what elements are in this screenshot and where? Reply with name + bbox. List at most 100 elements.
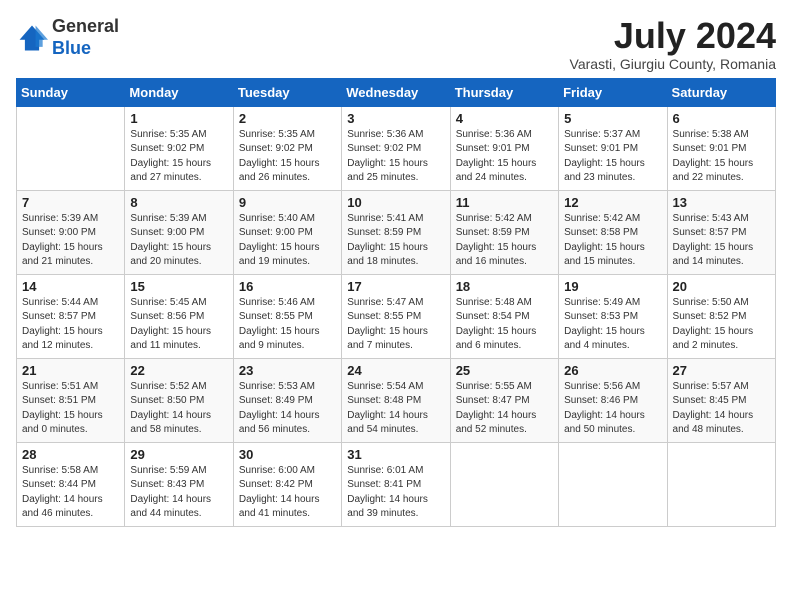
day-number: 14 [22,279,119,294]
day-info: Sunrise: 5:52 AM Sunset: 8:50 PM Dayligh… [130,380,227,438]
day-number: 12 [564,195,661,210]
day-info: Sunrise: 5:41 AM Sunset: 8:59 PM Dayligh… [347,212,444,270]
calendar-week-row: 7 Sunrise: 5:39 AM Sunset: 9:00 PM Daylig… [17,190,776,274]
calendar-cell: 20 Sunrise: 5:50 AM Sunset: 8:52 PM Dayli… [667,274,775,358]
col-header-thursday: Thursday [450,78,558,106]
calendar-cell: 29 Sunrise: 5:59 AM Sunset: 8:43 PM Dayli… [125,442,233,526]
day-number: 23 [239,363,336,378]
day-number: 4 [456,111,553,126]
day-info: Sunrise: 6:00 AM Sunset: 8:42 PM Dayligh… [239,464,336,522]
day-info: Sunrise: 5:44 AM Sunset: 8:57 PM Dayligh… [22,296,119,354]
col-header-wednesday: Wednesday [342,78,450,106]
day-info: Sunrise: 5:48 AM Sunset: 8:54 PM Dayligh… [456,296,553,354]
calendar-cell: 22 Sunrise: 5:52 AM Sunset: 8:50 PM Dayli… [125,358,233,442]
day-number: 5 [564,111,661,126]
day-info: Sunrise: 5:42 AM Sunset: 8:58 PM Dayligh… [564,212,661,270]
day-info: Sunrise: 5:35 AM Sunset: 9:02 PM Dayligh… [130,128,227,186]
calendar-cell: 28Sunrise: 5:58 AM Sunset: 8:44 PM Dayli… [17,442,125,526]
calendar-cell: 23 Sunrise: 5:53 AM Sunset: 8:49 PM Dayli… [233,358,341,442]
day-number: 22 [130,363,227,378]
day-number: 25 [456,363,553,378]
calendar-cell: 25 Sunrise: 5:55 AM Sunset: 8:47 PM Dayli… [450,358,558,442]
day-number: 18 [456,279,553,294]
day-info: Sunrise: 5:40 AM Sunset: 9:00 PM Dayligh… [239,212,336,270]
day-info: Sunrise: 5:54 AM Sunset: 8:48 PM Dayligh… [347,380,444,438]
col-header-tuesday: Tuesday [233,78,341,106]
day-number: 9 [239,195,336,210]
day-number: 17 [347,279,444,294]
day-info: Sunrise: 5:46 AM Sunset: 8:55 PM Dayligh… [239,296,336,354]
calendar-week-row: 14 Sunrise: 5:44 AM Sunset: 8:57 PM Dayli… [17,274,776,358]
calendar-cell: 9 Sunrise: 5:40 AM Sunset: 9:00 PM Daylig… [233,190,341,274]
calendar-table: SundayMondayTuesdayWednesdayThursdayFrid… [16,78,776,527]
day-info: Sunrise: 5:36 AM Sunset: 9:02 PM Dayligh… [347,128,444,186]
calendar-cell: 18 Sunrise: 5:48 AM Sunset: 8:54 PM Dayli… [450,274,558,358]
calendar-cell: 13Sunrise: 5:43 AM Sunset: 8:57 PM Dayli… [667,190,775,274]
day-number: 20 [673,279,770,294]
day-info: Sunrise: 5:53 AM Sunset: 8:49 PM Dayligh… [239,380,336,438]
calendar-cell: 6 Sunrise: 5:38 AM Sunset: 9:01 PM Daylig… [667,106,775,190]
calendar-cell: 31Sunrise: 6:01 AM Sunset: 8:41 PM Dayli… [342,442,450,526]
calendar-week-row: 21 Sunrise: 5:51 AM Sunset: 8:51 PM Dayli… [17,358,776,442]
day-number: 27 [673,363,770,378]
day-number: 29 [130,447,227,462]
day-number: 7 [22,195,119,210]
day-info: Sunrise: 5:57 AM Sunset: 8:45 PM Dayligh… [673,380,770,438]
day-info: Sunrise: 5:50 AM Sunset: 8:52 PM Dayligh… [673,296,770,354]
calendar-header-row: SundayMondayTuesdayWednesdayThursdayFrid… [17,78,776,106]
calendar-cell [450,442,558,526]
calendar-cell: 16 Sunrise: 5:46 AM Sunset: 8:55 PM Dayli… [233,274,341,358]
calendar-cell: 21 Sunrise: 5:51 AM Sunset: 8:51 PM Dayli… [17,358,125,442]
day-number: 21 [22,363,119,378]
calendar-cell [559,442,667,526]
calendar-cell: 8Sunrise: 5:39 AM Sunset: 9:00 PM Daylig… [125,190,233,274]
day-info: Sunrise: 5:39 AM Sunset: 9:00 PM Dayligh… [22,212,119,270]
day-number: 16 [239,279,336,294]
calendar-cell: 27 Sunrise: 5:57 AM Sunset: 8:45 PM Dayli… [667,358,775,442]
calendar-cell: 14 Sunrise: 5:44 AM Sunset: 8:57 PM Dayli… [17,274,125,358]
day-info: Sunrise: 5:39 AM Sunset: 9:00 PM Dayligh… [130,212,227,270]
calendar-cell: 11 Sunrise: 5:42 AM Sunset: 8:59 PM Dayli… [450,190,558,274]
day-number: 1 [130,111,227,126]
calendar-cell: 10Sunrise: 5:41 AM Sunset: 8:59 PM Dayli… [342,190,450,274]
day-number: 24 [347,363,444,378]
page-header: General Blue July 2024 Varasti, Giurgiu … [16,16,776,72]
day-info: Sunrise: 5:59 AM Sunset: 8:43 PM Dayligh… [130,464,227,522]
day-info: Sunrise: 5:35 AM Sunset: 9:02 PM Dayligh… [239,128,336,186]
calendar-cell: 2 Sunrise: 5:35 AM Sunset: 9:02 PM Daylig… [233,106,341,190]
calendar-cell: 30 Sunrise: 6:00 AM Sunset: 8:42 PM Dayli… [233,442,341,526]
day-info: Sunrise: 5:42 AM Sunset: 8:59 PM Dayligh… [456,212,553,270]
day-number: 13 [673,195,770,210]
calendar-cell: 24 Sunrise: 5:54 AM Sunset: 8:48 PM Dayli… [342,358,450,442]
day-info: Sunrise: 5:36 AM Sunset: 9:01 PM Dayligh… [456,128,553,186]
day-info: Sunrise: 5:51 AM Sunset: 8:51 PM Dayligh… [22,380,119,438]
calendar-week-row: 28Sunrise: 5:58 AM Sunset: 8:44 PM Dayli… [17,442,776,526]
day-number: 2 [239,111,336,126]
day-number: 30 [239,447,336,462]
calendar-cell: 15Sunrise: 5:45 AM Sunset: 8:56 PM Dayli… [125,274,233,358]
day-number: 11 [456,195,553,210]
day-number: 26 [564,363,661,378]
col-header-friday: Friday [559,78,667,106]
day-info: Sunrise: 5:49 AM Sunset: 8:53 PM Dayligh… [564,296,661,354]
calendar-cell: 19Sunrise: 5:49 AM Sunset: 8:53 PM Dayli… [559,274,667,358]
month-year-title: July 2024 [570,16,776,56]
logo-icon [16,22,48,54]
day-info: Sunrise: 5:55 AM Sunset: 8:47 PM Dayligh… [456,380,553,438]
day-number: 6 [673,111,770,126]
day-info: Sunrise: 5:56 AM Sunset: 8:46 PM Dayligh… [564,380,661,438]
calendar-cell [667,442,775,526]
day-info: Sunrise: 5:38 AM Sunset: 9:01 PM Dayligh… [673,128,770,186]
calendar-cell: 1 Sunrise: 5:35 AM Sunset: 9:02 PM Daylig… [125,106,233,190]
day-info: Sunrise: 5:45 AM Sunset: 8:56 PM Dayligh… [130,296,227,354]
calendar-cell: 26 Sunrise: 5:56 AM Sunset: 8:46 PM Dayli… [559,358,667,442]
col-header-saturday: Saturday [667,78,775,106]
col-header-sunday: Sunday [17,78,125,106]
title-block: July 2024 Varasti, Giurgiu County, Roman… [570,16,776,72]
calendar-cell: 7 Sunrise: 5:39 AM Sunset: 9:00 PM Daylig… [17,190,125,274]
day-number: 31 [347,447,444,462]
logo-text: General Blue [52,16,119,59]
calendar-cell: 4 Sunrise: 5:36 AM Sunset: 9:01 PM Daylig… [450,106,558,190]
logo: General Blue [16,16,119,59]
day-number: 28 [22,447,119,462]
